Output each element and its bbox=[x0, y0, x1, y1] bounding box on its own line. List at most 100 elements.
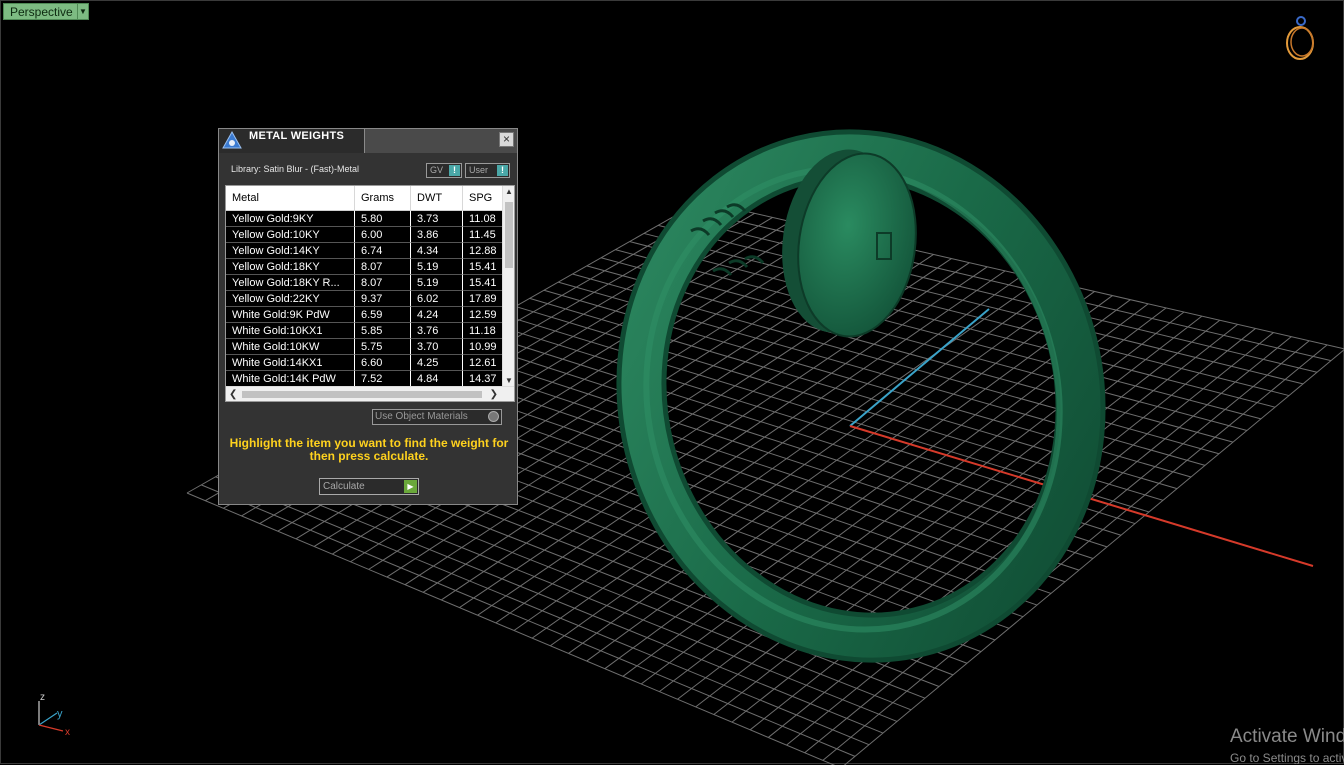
table-row[interactable]: Yellow Gold:14KY 6.74 4.34 12.88 bbox=[226, 243, 502, 259]
cell-spg: 17.89 bbox=[463, 291, 502, 307]
cell-grams: 5.80 bbox=[355, 211, 411, 227]
toggle-icon: ! bbox=[449, 165, 460, 176]
use-object-materials-toggle[interactable]: Use Object Materials bbox=[372, 409, 502, 425]
column-header-spg[interactable]: SPG bbox=[463, 186, 502, 211]
view-mode-label[interactable]: Perspective bbox=[3, 3, 80, 20]
panel-titlebar[interactable]: METAL WEIGHTS × bbox=[219, 129, 517, 153]
horizontal-scrollbar[interactable]: ❮ ❯ bbox=[226, 386, 514, 401]
y-axis-label: y bbox=[57, 708, 63, 720]
scroll-right-icon[interactable]: ❯ bbox=[490, 387, 498, 401]
matrix-logo-icon bbox=[222, 130, 242, 149]
play-icon: ▶ bbox=[404, 480, 417, 493]
calculate-label: Calculate bbox=[323, 481, 365, 492]
column-header-dwt[interactable]: DWT bbox=[411, 186, 463, 211]
3d-viewport[interactable]: Perspective ▼ z y x METAL WEIGHTS × Libr… bbox=[0, 0, 1344, 765]
panel-title: METAL WEIGHTS bbox=[249, 130, 345, 142]
cell-grams: 6.60 bbox=[355, 355, 411, 371]
cell-spg: 14.37 bbox=[463, 371, 502, 387]
scene-canvas[interactable] bbox=[1, 1, 1344, 765]
cell-dwt: 6.02 bbox=[411, 291, 463, 307]
cell-grams: 6.74 bbox=[355, 243, 411, 259]
cell-dwt: 5.19 bbox=[411, 259, 463, 275]
instruction-text: Highlight the item you want to find the … bbox=[229, 436, 509, 463]
cell-spg: 11.45 bbox=[463, 227, 502, 243]
cell-spg: 12.88 bbox=[463, 243, 502, 259]
z-axis-label: z bbox=[40, 692, 45, 703]
scroll-thumb-horizontal[interactable] bbox=[242, 391, 482, 398]
axis-gizmo: z y x bbox=[38, 692, 70, 738]
column-header-metal[interactable]: Metal bbox=[226, 186, 355, 211]
calculate-button[interactable]: Calculate ▶ bbox=[319, 478, 419, 495]
cell-grams: 7.52 bbox=[355, 371, 411, 387]
cell-dwt: 4.24 bbox=[411, 307, 463, 323]
cell-metal: White Gold:10KW bbox=[226, 339, 355, 355]
table-row[interactable]: Yellow Gold:10KY 6.00 3.86 11.45 bbox=[226, 227, 502, 243]
cell-metal: White Gold:14K PdW bbox=[226, 371, 355, 387]
cell-dwt: 4.34 bbox=[411, 243, 463, 259]
radio-icon[interactable] bbox=[488, 411, 499, 422]
cell-dwt: 3.86 bbox=[411, 227, 463, 243]
table-row[interactable]: Yellow Gold:9KY 5.80 3.73 11.08 bbox=[226, 211, 502, 227]
table-row[interactable]: White Gold:10KX1 5.85 3.76 11.18 bbox=[226, 323, 502, 339]
cell-dwt: 4.25 bbox=[411, 355, 463, 371]
scroll-thumb[interactable] bbox=[505, 202, 513, 268]
cell-spg: 10.99 bbox=[463, 339, 502, 355]
cell-grams: 8.07 bbox=[355, 275, 411, 291]
cell-spg: 15.41 bbox=[463, 275, 502, 291]
cell-spg: 12.59 bbox=[463, 307, 502, 323]
user-button[interactable]: User ! bbox=[465, 163, 510, 178]
table-row[interactable]: White Gold:14KX1 6.60 4.25 12.61 bbox=[226, 355, 502, 371]
cell-grams: 5.85 bbox=[355, 323, 411, 339]
cell-grams: 5.75 bbox=[355, 339, 411, 355]
vertical-scrollbar[interactable]: ▲ ▼ bbox=[502, 186, 514, 386]
cell-metal: White Gold:10KX1 bbox=[226, 323, 355, 339]
use-object-materials-label: Use Object Materials bbox=[375, 411, 468, 422]
cell-dwt: 3.70 bbox=[411, 339, 463, 355]
cell-metal: White Gold:9K PdW bbox=[226, 307, 355, 323]
metal-weights-panel: METAL WEIGHTS × Library: Satin Blur - (F… bbox=[218, 128, 518, 505]
table-row[interactable]: White Gold:9K PdW 6.59 4.24 12.59 bbox=[226, 307, 502, 323]
cell-spg: 11.18 bbox=[463, 323, 502, 339]
cell-metal: Yellow Gold:9KY bbox=[226, 211, 355, 227]
activation-watermark: Activate Windows Go to Settings to activ… bbox=[1230, 726, 1344, 764]
watermark-title: Activate Windows bbox=[1230, 726, 1344, 747]
triangle-down-icon[interactable]: ▼ bbox=[77, 3, 89, 20]
watermark-subtitle: Go to Settings to activate Windows. bbox=[1230, 751, 1344, 764]
cell-spg: 11.08 bbox=[463, 211, 502, 227]
table-body: Yellow Gold:9KY 5.80 3.73 11.08 Yellow Gold:… bbox=[226, 211, 502, 387]
x-axis-label: x bbox=[65, 727, 70, 738]
cell-grams: 6.00 bbox=[355, 227, 411, 243]
cell-metal: Yellow Gold:18KY bbox=[226, 259, 355, 275]
cell-metal: Yellow Gold:14KY bbox=[226, 243, 355, 259]
cell-grams: 8.07 bbox=[355, 259, 411, 275]
panel-tab[interactable]: METAL WEIGHTS bbox=[219, 129, 365, 153]
ring-logo-icon[interactable] bbox=[1281, 13, 1323, 63]
gv-button[interactable]: GV ! bbox=[426, 163, 462, 178]
cell-dwt: 3.73 bbox=[411, 211, 463, 227]
metal-table[interactable]: Metal Grams DWT SPG Yellow Gold:9KY 5.80 3… bbox=[225, 185, 515, 402]
scroll-left-icon[interactable]: ❮ bbox=[229, 387, 237, 401]
cell-spg: 15.41 bbox=[463, 259, 502, 275]
library-label: Library: Satin Blur - (Fast)-Metal bbox=[231, 164, 360, 174]
close-icon[interactable]: × bbox=[499, 132, 514, 147]
gv-button-label: GV bbox=[430, 165, 444, 175]
cell-grams: 6.59 bbox=[355, 307, 411, 323]
cell-dwt: 3.76 bbox=[411, 323, 463, 339]
cell-dwt: 5.19 bbox=[411, 275, 463, 291]
table-row[interactable]: White Gold:14K PdW 7.52 4.84 14.37 bbox=[226, 371, 502, 387]
scroll-up-icon[interactable]: ▲ bbox=[503, 187, 514, 196]
user-button-label: User bbox=[469, 165, 489, 175]
table-row[interactable]: White Gold:10KW 5.75 3.70 10.99 bbox=[226, 339, 502, 355]
table-row[interactable]: Yellow Gold:18KY 8.07 5.19 15.41 bbox=[226, 259, 502, 275]
cell-metal: Yellow Gold:18KY R... bbox=[226, 275, 355, 291]
toggle-icon: ! bbox=[497, 165, 508, 176]
cell-dwt: 4.84 bbox=[411, 371, 463, 387]
cell-metal: White Gold:14KX1 bbox=[226, 355, 355, 371]
cell-grams: 9.37 bbox=[355, 291, 411, 307]
column-header-grams[interactable]: Grams bbox=[355, 186, 411, 211]
table-row[interactable]: Yellow Gold:18KY R... 8.07 5.19 15.41 bbox=[226, 275, 502, 291]
cell-metal: Yellow Gold:10KY bbox=[226, 227, 355, 243]
table-header: Metal Grams DWT SPG bbox=[226, 186, 502, 211]
table-row[interactable]: Yellow Gold:22KY 9.37 6.02 17.89 bbox=[226, 291, 502, 307]
scroll-down-icon[interactable]: ▼ bbox=[503, 376, 514, 385]
